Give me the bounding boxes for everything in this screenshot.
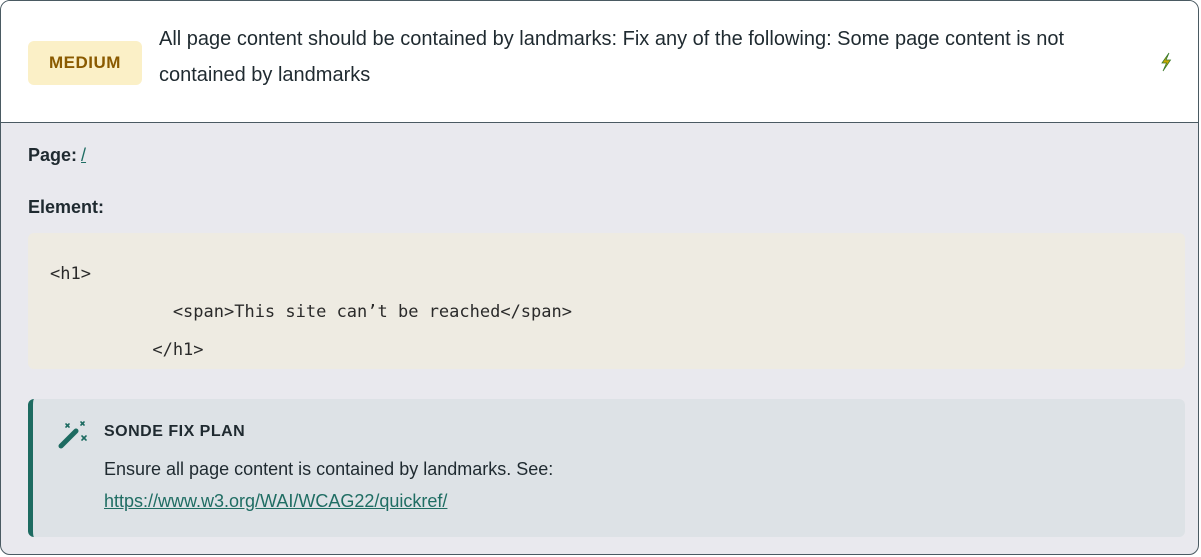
element-code: <h1> <span>This site can’t be reached</s… [28,233,1185,369]
element-label: Element: [28,197,105,217]
issue-header[interactable]: MEDIUM All page content should be contai… [1,1,1198,123]
severity-badge: MEDIUM [28,41,142,85]
issue-title: All page content should be contained by … [159,28,1064,86]
issue-card: MEDIUM All page content should be contai… [0,0,1199,555]
fix-plan-text: Ensure all page content is contained by … [104,453,1164,517]
fix-plan-title: SONDE FIX PLAN [104,423,246,440]
page-link[interactable]: / [81,145,86,165]
bolt-icon[interactable] [1158,51,1174,73]
page-row: Page: / [28,145,86,166]
fix-plan-callout: SONDE FIX PLAN Ensure all page content i… [28,399,1185,537]
magic-wand-icon [58,421,87,449]
fix-plan-description: Ensure all page content is contained by … [104,459,554,479]
fix-plan-link[interactable]: https://www.w3.org/WAI/WCAG22/quickref/ [104,491,447,511]
page-label: Page: [28,145,78,165]
